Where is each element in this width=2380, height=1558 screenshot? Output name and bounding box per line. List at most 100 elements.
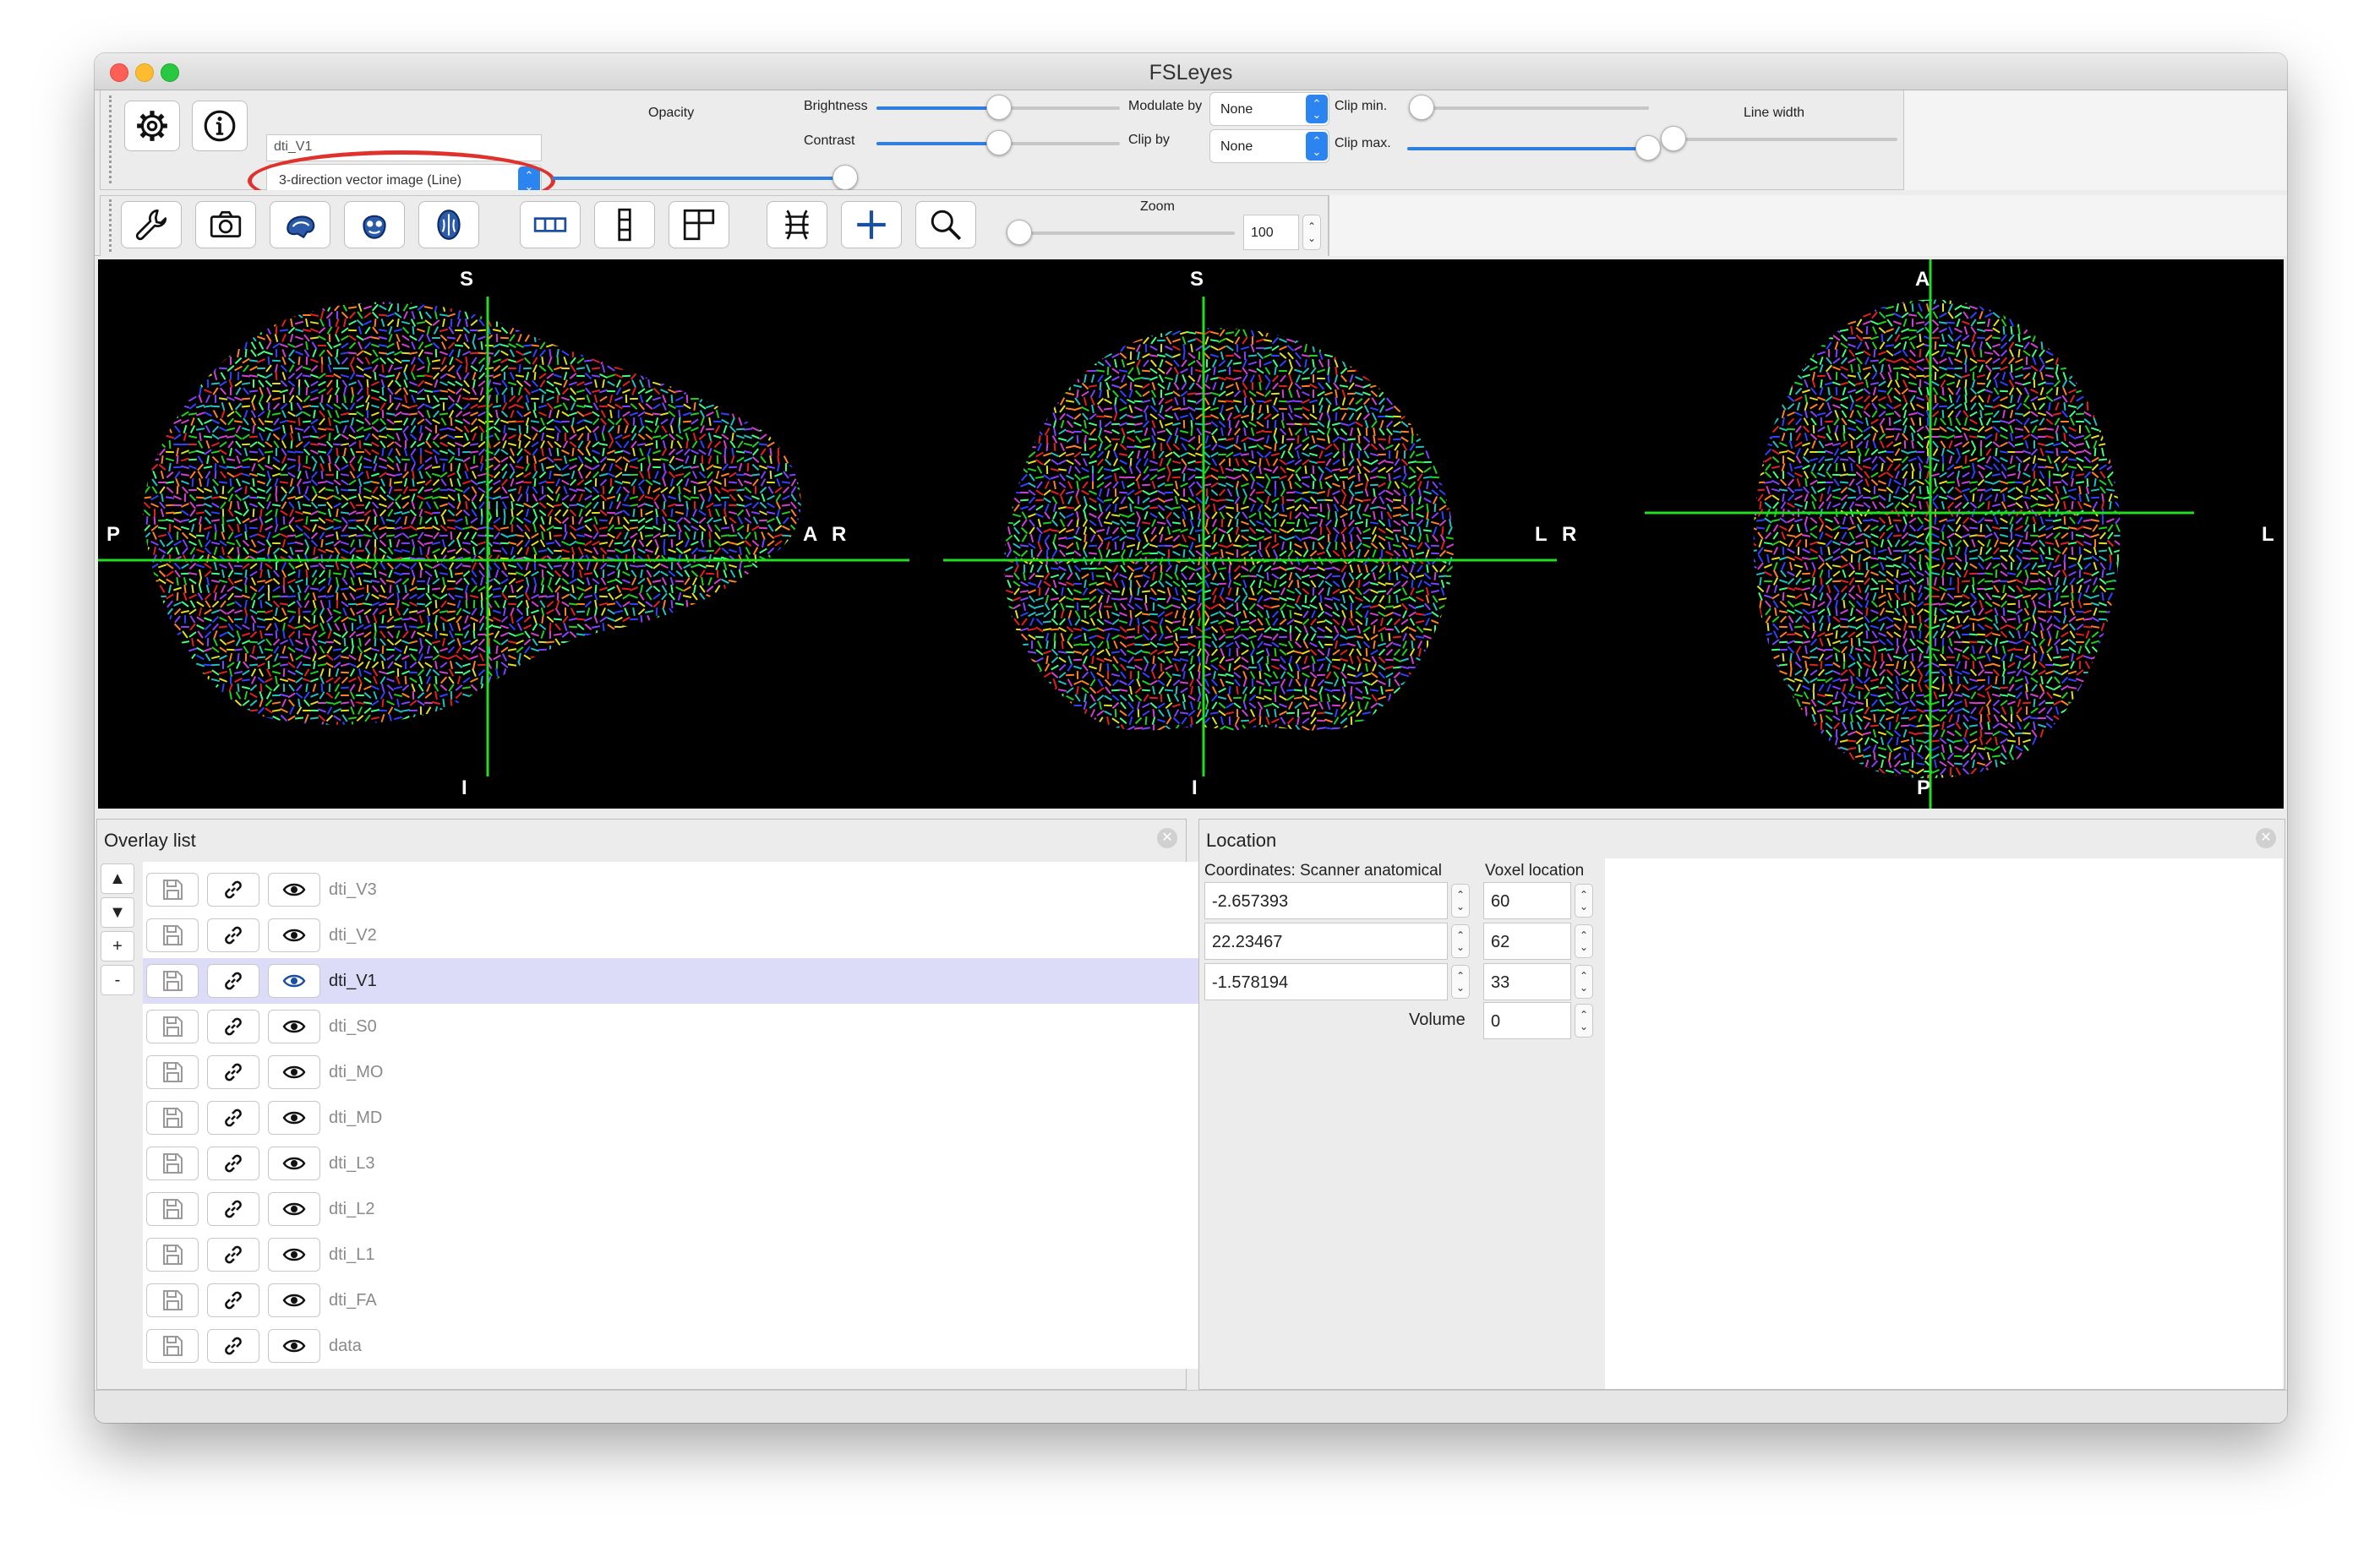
horizontal-layout-button[interactable] <box>520 201 581 248</box>
toggle-axial-button[interactable] <box>418 201 479 248</box>
toggle-visibility-button[interactable] <box>268 964 320 998</box>
coronal-slice[interactable] <box>990 306 1477 748</box>
opacity-slider-knob[interactable] <box>832 165 858 190</box>
move-overlay-up-button[interactable]: ▲ <box>101 863 134 894</box>
modulate-by-dropdown-arrows[interactable]: ⌃ ⌄ <box>1306 95 1328 123</box>
toggle-sagittal-button[interactable] <box>270 201 330 248</box>
brightness-slider[interactable] <box>876 95 1120 120</box>
close-location-button[interactable]: ✕ <box>2256 828 2276 848</box>
toggle-visibility-button[interactable] <box>268 1192 320 1226</box>
zoom-slider[interactable] <box>1007 220 1235 245</box>
overlay-list-item[interactable]: dti_V1 <box>143 958 1230 1004</box>
save-overlay-button[interactable] <box>146 1283 199 1317</box>
line-width-slider[interactable] <box>1661 126 1897 151</box>
vertical-layout-button[interactable] <box>594 201 655 248</box>
overlay-list-item[interactable]: dti_V2 <box>143 912 1230 958</box>
volume-field[interactable]: 0 <box>1483 1002 1571 1039</box>
voxel-x-field[interactable]: 60 <box>1483 882 1571 919</box>
toolbar-grip[interactable] <box>109 199 114 252</box>
overlay-list[interactable]: dti_V3 dti_V2 dti_V1 dti_S0 dti_MO dti_MD dti_… <box>143 862 1230 1369</box>
display-settings-button[interactable] <box>124 101 180 151</box>
toggle-visibility-button[interactable] <box>268 1329 320 1363</box>
overlay-list-item[interactable]: dti_S0 <box>143 1004 1230 1049</box>
overlay-info-button[interactable] <box>192 101 248 151</box>
toggle-visibility-button[interactable] <box>268 918 320 952</box>
overlay-list-item[interactable]: dti_MD <box>143 1095 1230 1141</box>
toggle-visibility-button[interactable] <box>268 1238 320 1272</box>
close-overlay-list-button[interactable]: ✕ <box>1157 828 1177 848</box>
voxel-y-field[interactable]: 62 <box>1483 923 1571 960</box>
link-overlay-button[interactable] <box>207 1010 259 1043</box>
sagittal-slice[interactable] <box>128 281 828 738</box>
save-overlay-button[interactable] <box>146 1329 199 1363</box>
link-overlay-button[interactable] <box>207 1283 259 1317</box>
toggle-visibility-button[interactable] <box>268 1101 320 1135</box>
clip-by-dropdown-arrows[interactable]: ⌃ ⌄ <box>1306 132 1328 161</box>
toggle-visibility-button[interactable] <box>268 1283 320 1317</box>
add-overlay-button[interactable]: + <box>101 931 134 961</box>
link-overlay-button[interactable] <box>207 1238 259 1272</box>
view-settings-button[interactable] <box>121 201 182 248</box>
toggle-cursor-button[interactable] <box>841 201 902 248</box>
overlay-list-item[interactable]: dti_L1 <box>143 1232 1230 1277</box>
overlay-list-item[interactable]: dti_L3 <box>143 1141 1230 1186</box>
voxel-z-field[interactable]: 33 <box>1483 963 1571 1000</box>
link-overlay-button[interactable] <box>207 1147 259 1180</box>
link-overlay-button[interactable] <box>207 1192 259 1226</box>
brightness-slider-knob[interactable] <box>986 95 1012 120</box>
save-overlay-button[interactable] <box>146 1192 199 1226</box>
toolbar-grip[interactable] <box>109 95 114 183</box>
toggle-visibility-button[interactable] <box>268 1010 320 1043</box>
clip-max-slider-knob[interactable] <box>1635 135 1661 161</box>
toggle-visibility-button[interactable] <box>268 1055 320 1089</box>
zoom-stepper[interactable]: ⌃ ⌄ <box>1302 215 1321 250</box>
coord-y-field[interactable]: 22.23467 <box>1204 923 1448 960</box>
voxel-x-stepper[interactable]: ⌃ ⌄ <box>1575 884 1593 918</box>
voxel-z-stepper[interactable]: ⌃ ⌄ <box>1575 965 1593 999</box>
save-overlay-button[interactable] <box>146 1147 199 1180</box>
coord-y-stepper[interactable]: ⌃ ⌄ <box>1451 924 1470 958</box>
save-overlay-button[interactable] <box>146 1010 199 1043</box>
overlay-list-item[interactable]: dti_MO <box>143 1049 1230 1095</box>
voxel-y-stepper[interactable]: ⌃ ⌄ <box>1575 924 1593 958</box>
save-overlay-button[interactable] <box>146 1055 199 1089</box>
ortho-views[interactable] <box>98 259 2284 809</box>
clip-min-slider[interactable] <box>1409 95 1649 120</box>
coord-x-field[interactable]: -2.657393 <box>1204 882 1448 919</box>
contrast-slider[interactable] <box>876 130 1120 155</box>
movie-mode-button[interactable] <box>767 201 827 248</box>
save-overlay-button[interactable] <box>146 964 199 998</box>
overlay-list-item[interactable]: dti_L2 <box>143 1186 1230 1232</box>
link-overlay-button[interactable] <box>207 873 259 907</box>
overlay-list-item[interactable]: dti_V3 <box>143 867 1230 912</box>
save-overlay-button[interactable] <box>146 918 199 952</box>
save-overlay-button[interactable] <box>146 1101 199 1135</box>
axial-slice[interactable] <box>1733 281 2137 791</box>
save-overlay-button[interactable] <box>146 873 199 907</box>
volume-stepper[interactable]: ⌃ ⌄ <box>1575 1004 1593 1038</box>
clip-min-slider-knob[interactable] <box>1409 95 1434 120</box>
link-overlay-button[interactable] <box>207 964 259 998</box>
coord-z-stepper[interactable]: ⌃ ⌄ <box>1451 965 1470 999</box>
link-overlay-button[interactable] <box>207 1055 259 1089</box>
ortho-canvas[interactable]: S I P A S I R L A P R L <box>98 259 2284 809</box>
screenshot-button[interactable] <box>195 201 256 248</box>
contrast-slider-knob[interactable] <box>986 130 1012 155</box>
line-width-slider-knob[interactable] <box>1661 126 1686 151</box>
link-overlay-button[interactable] <box>207 918 259 952</box>
clip-max-slider[interactable] <box>1407 135 1661 161</box>
coord-x-stepper[interactable]: ⌃ ⌄ <box>1451 884 1470 918</box>
save-overlay-button[interactable] <box>146 1238 199 1272</box>
toggle-visibility-button[interactable] <box>268 873 320 907</box>
coord-z-field[interactable]: -1.578194 <box>1204 963 1448 1000</box>
overlay-list-item[interactable]: dti_FA <box>143 1277 1230 1323</box>
overlay-list-item[interactable]: data <box>143 1323 1230 1369</box>
toggle-visibility-button[interactable] <box>268 1147 320 1180</box>
opacity-slider[interactable] <box>552 165 858 190</box>
toggle-coronal-button[interactable] <box>344 201 405 248</box>
move-overlay-down-button[interactable]: ▼ <box>101 897 134 928</box>
zoom-mode-button[interactable] <box>915 201 976 248</box>
link-overlay-button[interactable] <box>207 1329 259 1363</box>
zoom-slider-knob[interactable] <box>1007 220 1032 245</box>
grid-layout-button[interactable] <box>669 201 729 248</box>
